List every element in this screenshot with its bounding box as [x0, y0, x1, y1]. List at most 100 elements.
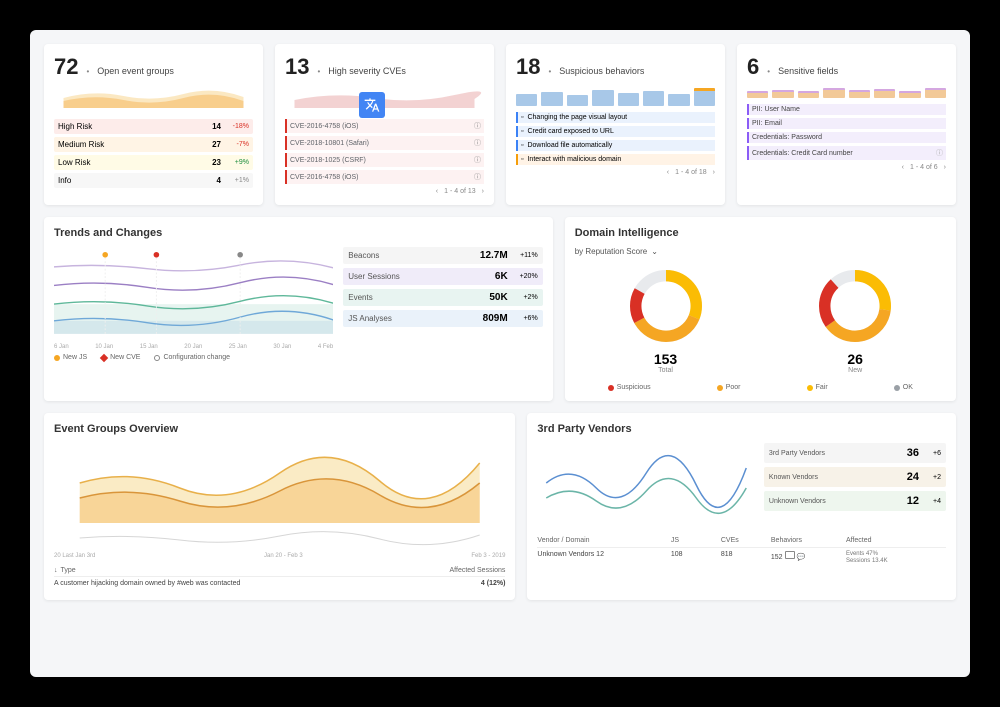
prev-icon[interactable]: ‹	[902, 164, 904, 171]
behavior-list: ▫Changing the page visual layout ▫Credit…	[516, 112, 715, 165]
mid-row: Trends and Changes	[44, 217, 956, 401]
stat-label: Suspicious behaviors	[559, 66, 644, 76]
field-row[interactable]: PII: User Name	[747, 104, 946, 115]
legend-ring-icon	[154, 355, 160, 361]
doc-icon: ▫	[521, 128, 523, 135]
cve-list: CVE-2016-4758 (iOS)ⓘ CVE-2018-10801 (Saf…	[285, 119, 484, 184]
field-list: PII: User Name PII: Email Credentials: P…	[747, 104, 946, 160]
behavior-row[interactable]: ▫Interact with malicious domain	[516, 154, 715, 165]
info-dot-icon[interactable]: •	[86, 67, 89, 76]
risk-row-high[interactable]: High Risk 14 -18%	[54, 119, 253, 134]
donut-total: 153 Total	[626, 266, 706, 374]
info-dot-icon[interactable]: •	[317, 67, 320, 76]
metric-row[interactable]: Events 50K +2%	[343, 289, 542, 306]
legend-dot-icon	[717, 385, 723, 391]
behavior-row[interactable]: ▫Download file automatically	[516, 140, 715, 151]
card-title: Domain Intelligence	[575, 227, 946, 239]
card-title: 3rd Party Vendors	[537, 423, 946, 435]
vendor-stat-row[interactable]: Known Vendors 24 +2	[764, 467, 946, 487]
info-dot-icon[interactable]: •	[548, 67, 551, 76]
bottom-row: Event Groups Overview 20 Last Jan 3rdJan…	[44, 413, 956, 600]
sort-icon[interactable]: ↓	[54, 567, 58, 574]
paginator: ‹ 1 - 4 of 18 ›	[516, 169, 715, 176]
card-overview: Event Groups Overview 20 Last Jan 3rdJan…	[44, 413, 515, 600]
bar-sparkline	[516, 86, 715, 106]
vendor-table-header: Vendor / Domain JS CVEs Behaviors Affect…	[537, 534, 946, 548]
dashboard-tablet: 72 • Open event groups High Risk 14 -18% …	[30, 30, 970, 677]
card-trends: Trends and Changes	[44, 217, 553, 401]
table-row[interactable]: A customer hijacking domain owned by #we…	[54, 577, 505, 590]
next-icon[interactable]: ›	[944, 164, 946, 171]
stat-label: High severity CVEs	[328, 66, 406, 76]
info-dot-icon[interactable]: •	[767, 67, 770, 76]
card-behaviors: 18• Suspicious behaviors ▫Changing the p…	[506, 44, 725, 205]
info-icon[interactable]: ⓘ	[474, 121, 481, 131]
field-row[interactable]: Credentials: Password	[747, 132, 946, 143]
metric-row[interactable]: User Sessions 6K +20%	[343, 268, 542, 285]
doc-icon: ▫	[521, 142, 523, 149]
card-vendors: 3rd Party Vendors 3rd Party Vendors 36 +…	[527, 413, 956, 600]
doc-icon: ▫	[521, 114, 523, 121]
card-fields: 6 • Sensitive fields PII: User Name PII: …	[737, 44, 956, 205]
top-stat-row: 72 • Open event groups High Risk 14 -18% …	[44, 44, 956, 205]
vendor-table-row[interactable]: Unknown Vendors 12 108 818 152 💬 Events …	[537, 548, 946, 568]
field-row[interactable]: PII: Email	[747, 118, 946, 129]
trends-metrics: Beacons 12.7M +11% User Sessions 6K +20%…	[343, 247, 542, 361]
info-icon[interactable]: ⓘ	[936, 148, 943, 158]
card-title: Event Groups Overview	[54, 423, 505, 435]
field-row[interactable]: Credentials: Credit Card numberⓘ	[747, 146, 946, 160]
selector-dropdown[interactable]: by Reputation Score ⌄	[575, 247, 946, 256]
info-icon[interactable]: ⓘ	[474, 155, 481, 165]
stat-value: 72	[54, 54, 78, 80]
risk-row-medium[interactable]: Medium Risk 27 -7%	[54, 137, 253, 152]
vendor-stats: 3rd Party Vendors 36 +6 Known Vendors 24…	[764, 443, 946, 528]
legend-diamond-icon	[100, 353, 108, 361]
legend-dot-icon	[807, 385, 813, 391]
metric-row[interactable]: Beacons 12.7M +11%	[343, 247, 542, 264]
card-domain-intel: Domain Intelligence by Reputation Score …	[565, 217, 956, 401]
card-open-events: 72 • Open event groups High Risk 14 -18% …	[44, 44, 263, 205]
sparkline-chart	[54, 86, 253, 108]
legend-dot-icon	[608, 385, 614, 391]
translate-icon[interactable]	[359, 92, 385, 118]
behavior-icon	[785, 551, 795, 559]
x-axis: 6 Jan10 Jan15 Jan20 Jan25 Jan30 Jan4 Feb	[54, 344, 333, 350]
vendor-stat-row[interactable]: Unknown Vendors 12 +4	[764, 491, 946, 511]
stat-value: 13	[285, 54, 309, 80]
legend-dot-icon	[54, 355, 60, 361]
chart-legend: New JS New CVE Configuration change	[54, 354, 333, 361]
stat-label: Open event groups	[97, 66, 174, 76]
donut-new: 26 New	[815, 266, 895, 374]
vendor-stat-row[interactable]: 3rd Party Vendors 36 +6	[764, 443, 946, 463]
table-header: ↓Type Affected Sessions	[54, 565, 505, 577]
risk-row-info[interactable]: Info 4 +1%	[54, 173, 253, 188]
paginator: ‹ 1 - 4 of 13 ›	[285, 188, 484, 195]
behavior-row[interactable]: ▫Credit card exposed to URL	[516, 126, 715, 137]
donut-legend: Suspicious Poor Fair OK	[575, 384, 946, 391]
overview-chart	[54, 443, 505, 523]
chevron-down-icon: ⌄	[651, 247, 658, 256]
cve-row[interactable]: CVE-2016-4758 (iOS)ⓘ	[285, 119, 484, 133]
risk-list: High Risk 14 -18% Medium Risk 27 -7% Low…	[54, 119, 253, 188]
prev-icon[interactable]: ‹	[436, 188, 438, 195]
next-icon[interactable]: ›	[713, 169, 715, 176]
cve-row[interactable]: CVE-2018-1025 (CSRF)ⓘ	[285, 153, 484, 167]
metric-row[interactable]: JS Analyses 809M +6%	[343, 310, 542, 327]
bar-sparkline	[747, 86, 946, 98]
legend-dot-icon	[894, 385, 900, 391]
trends-chart: 6 Jan10 Jan15 Jan20 Jan25 Jan30 Jan4 Feb…	[54, 247, 333, 361]
cve-row[interactable]: CVE-2016-4758 (iOS)ⓘ	[285, 170, 484, 184]
cve-row[interactable]: CVE-2018-10801 (Safari)ⓘ	[285, 136, 484, 150]
stat-value: 6	[747, 54, 759, 80]
paginator: ‹ 1 - 4 of 6 ›	[747, 164, 946, 171]
next-icon[interactable]: ›	[482, 188, 484, 195]
vendor-chart	[537, 443, 756, 528]
info-icon[interactable]: ⓘ	[474, 138, 481, 148]
overview-minimap[interactable]	[54, 528, 505, 546]
info-icon[interactable]: ⓘ	[474, 172, 481, 182]
behavior-row[interactable]: ▫Changing the page visual layout	[516, 112, 715, 123]
card-cves: 13 • High severity CVEs CVE-2016-4758 (iO…	[275, 44, 494, 205]
risk-row-low[interactable]: Low Risk 23 +9%	[54, 155, 253, 170]
stat-label: Sensitive fields	[778, 66, 838, 76]
prev-icon[interactable]: ‹	[667, 169, 669, 176]
